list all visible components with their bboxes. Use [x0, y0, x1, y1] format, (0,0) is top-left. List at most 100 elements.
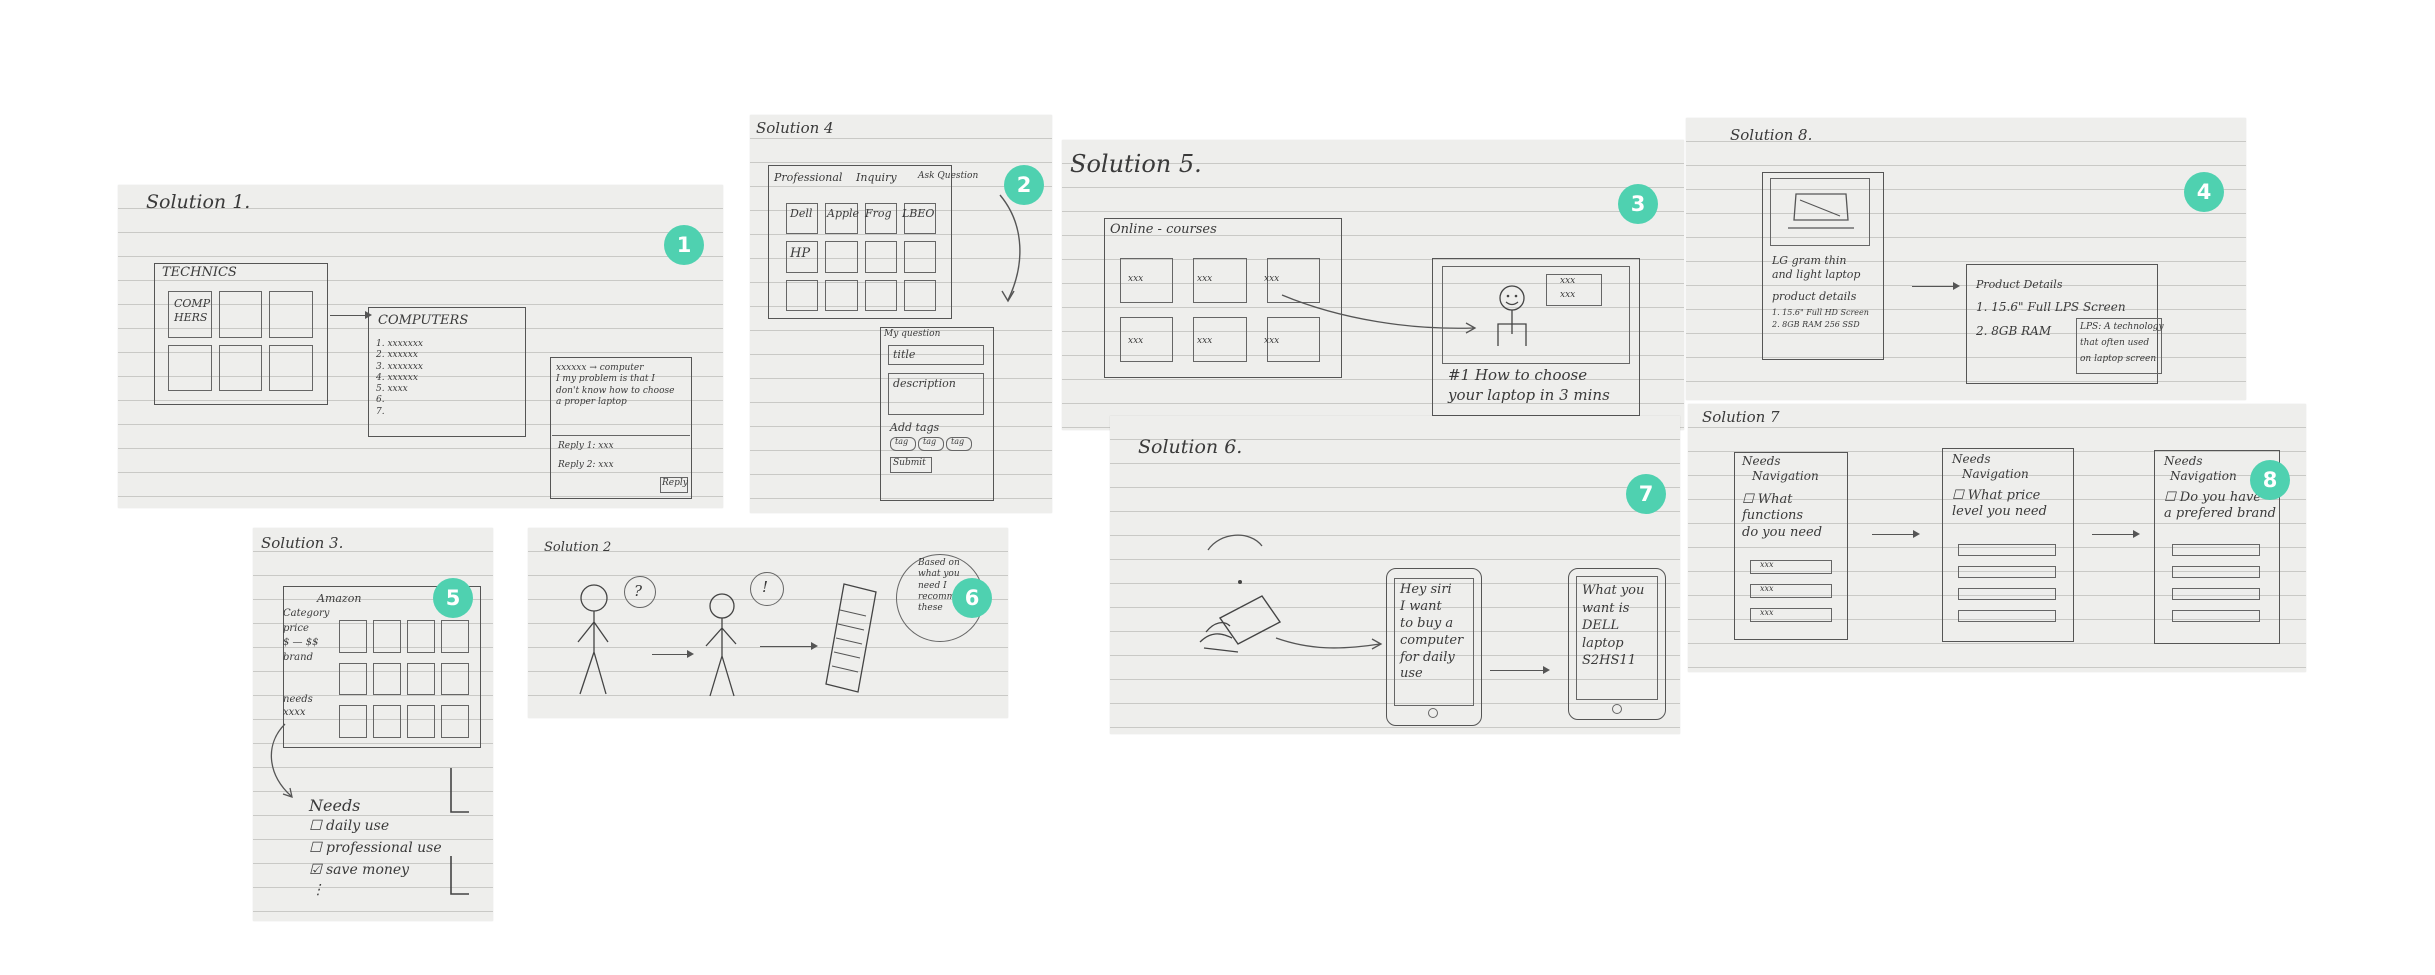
presenter-icon [1497, 285, 1527, 346]
sketch-solution-4: Solution 4 Professional Inquiry Ask Ques… [750, 115, 1052, 513]
brand-dell: Dell [790, 207, 813, 220]
sketch-title: Solution 4 [756, 119, 834, 137]
option-row-label: xxx [1760, 584, 1774, 593]
flow-arrow [2092, 530, 2140, 538]
details-panel-line: 2. 8GB RAM [1976, 324, 2052, 338]
option-row [1958, 566, 2056, 578]
phone-line: What you [1582, 583, 1645, 598]
option-row [2172, 588, 2260, 600]
sketch-title: Solution 2 [544, 540, 612, 555]
flow-arrow [270, 723, 293, 798]
phone-line: I want [1400, 598, 1442, 614]
option-row [1958, 588, 2056, 600]
brand-apple: Apple [827, 207, 860, 220]
details-line: 1. 15.6" Full HD Screen [1772, 308, 1869, 317]
badge-1: 1 [664, 225, 704, 265]
filter-label: Category [283, 608, 330, 619]
list-item: 2. xxxxxx [376, 350, 418, 361]
badge-4: 4 [2184, 172, 2224, 212]
thought-bubble-text: ? [634, 582, 643, 600]
details-line: 2. 8GB RAM 256 SSD [1772, 320, 1860, 329]
phone-line: for daily [1400, 649, 1455, 665]
video-caption: #1 How to choose [1448, 366, 1588, 384]
store-name: Amazon [317, 592, 362, 605]
badge-6: 6 [952, 578, 992, 618]
title-field-label: title [893, 348, 916, 361]
course-tile-label: xxx [1197, 336, 1213, 346]
tag-chip-label: tag [895, 437, 909, 446]
panel-line: ☐ What price [1952, 488, 2041, 503]
list-item: 7. [376, 406, 385, 417]
phone-text: What you want is DELL laptop S2HS11 [1582, 582, 1644, 670]
sketch-title: Solution 1. [146, 191, 251, 213]
form-heading: My question [884, 329, 941, 339]
product-name: and light laptop [1772, 268, 1861, 281]
nav-panel-text: Needs Navigation ☐ What functions do you… [1742, 454, 1822, 541]
needs-option: ☐ professional use [309, 840, 442, 856]
video-side-label: xxx [1560, 290, 1576, 300]
panel-line: level you need [1952, 504, 2047, 520]
post-line: I my problem is that I [556, 374, 655, 385]
sketch-title: Solution 6. [1138, 436, 1243, 458]
tooltip-line: LPS: A technology [2080, 322, 2164, 332]
description-field-label: description [893, 377, 956, 390]
needs-heading: Needs [309, 796, 361, 815]
course-tile-label: xxx [1197, 274, 1213, 284]
phone-icon [825, 583, 877, 693]
reply-button-label: Reply [662, 478, 688, 488]
computer-list: 1. xxxxxxx 2. xxxxxx 3. xxxxxxx 4. xxxxx… [376, 339, 423, 418]
tag-chip-label: tag [923, 437, 937, 446]
option-row-label: xxx [1760, 560, 1774, 569]
details-label: product details [1772, 290, 1857, 303]
sketch-title: Solution 7 [1702, 408, 1780, 426]
comp-label: COMP [174, 297, 211, 310]
post-body: xxxxxx → computer I my problem is that I… [556, 363, 674, 408]
sketch-solution-2: Solution 2 ? ! Based on what you need I … [528, 528, 1008, 718]
product-grid [339, 620, 469, 738]
option-row [2172, 566, 2260, 578]
filter-column: Category price $ — $$ brand needs xxxx [283, 608, 329, 719]
video-side-label: xxx [1560, 276, 1576, 286]
person-icon [705, 593, 737, 697]
option-row [2172, 610, 2260, 622]
filter-label: price [283, 622, 309, 634]
option-row [1958, 544, 2056, 556]
post-line: a proper laptop [556, 396, 627, 407]
panel-line: Navigation [1752, 469, 1819, 483]
post-line: don't know how to choose [556, 385, 675, 396]
sketch-solution-3: Solution 3. Amazon Category price $ — $$… [253, 528, 493, 921]
divider [552, 435, 690, 436]
tab-professional: Professional [774, 171, 843, 184]
tag-chip-label: tag [951, 437, 965, 446]
sketch-solution-6: Solution 6. Hey siri I want to buy a com… [1110, 416, 1680, 734]
sketch-title: Solution 3. [261, 534, 344, 552]
phone-line: DELL [1582, 618, 1620, 634]
sketch-title: Solution 5. [1070, 150, 1202, 178]
flow-arrow [652, 650, 694, 658]
badge-7: 7 [1626, 474, 1666, 514]
reply-1: Reply 1: xxx [558, 441, 614, 451]
tab-ask-question: Ask Question [918, 171, 979, 181]
option-row [2172, 544, 2260, 556]
list-item: 6. [376, 395, 385, 406]
flow-arrow [1872, 530, 1920, 538]
flow-arrow [1912, 282, 1960, 290]
nav-panel-text: Needs Navigation ☐ What price level you … [1952, 452, 2047, 521]
panel-line: a prefered brand [2164, 506, 2276, 522]
computers-label: COMPUTERS [378, 313, 469, 328]
product-name: LG gram thin [1772, 254, 1847, 267]
flow-arrow [760, 642, 818, 650]
courses-label: Online - courses [1110, 222, 1217, 237]
sketch-solution-7: Solution 7 Needs Navigation ☐ What funct… [1688, 404, 2306, 672]
panel-line: functions [1742, 508, 1804, 524]
tab-inquiry: Inquiry [856, 171, 897, 184]
badge-2: 2 [1004, 165, 1044, 205]
panel-line: Needs [1742, 454, 1781, 468]
badge-3: 3 [1618, 184, 1658, 224]
panel-line: ☐ What [1742, 492, 1793, 507]
filter-label: needs [283, 694, 313, 705]
submit-button-label: Submit [893, 458, 926, 468]
video-caption: your laptop in 3 mins [1448, 386, 1610, 404]
brand-lbeo: LBEO [902, 207, 935, 220]
reply-2: Reply 2: xxx [558, 460, 614, 470]
